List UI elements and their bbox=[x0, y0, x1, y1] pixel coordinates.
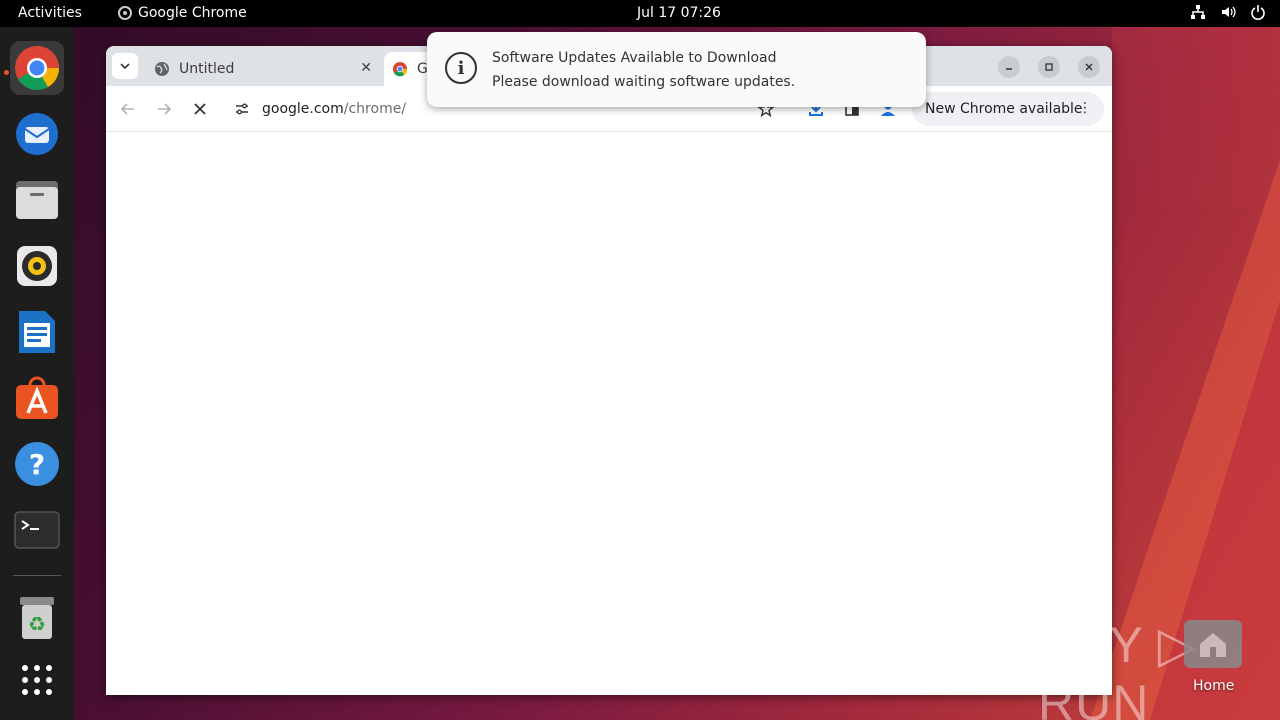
chrome-app-icon bbox=[118, 6, 132, 20]
back-button[interactable] bbox=[117, 98, 139, 120]
url-path: /chrome/ bbox=[343, 101, 407, 117]
dock-files[interactable] bbox=[10, 173, 64, 227]
notification-title: Software Updates Available to Download bbox=[492, 50, 777, 66]
chevron-down-icon bbox=[120, 63, 130, 70]
url-host: google.com bbox=[262, 101, 344, 117]
network-icon bbox=[1190, 4, 1206, 20]
dock: ? ♻ bbox=[0, 27, 74, 720]
close-icon[interactable]: ✕ bbox=[360, 60, 372, 76]
svg-text:?: ? bbox=[29, 448, 45, 481]
globe-icon bbox=[154, 61, 170, 77]
dock-help[interactable]: ? bbox=[10, 437, 64, 491]
volume-icon bbox=[1220, 4, 1236, 20]
maximize-button[interactable] bbox=[1038, 56, 1060, 78]
watermark-logo: ANY ▷ RUN bbox=[1038, 617, 1198, 720]
tab-untitled[interactable]: Untitled ✕ bbox=[146, 52, 382, 86]
stop-button[interactable] bbox=[189, 98, 211, 120]
chrome-icon bbox=[15, 46, 59, 90]
info-icon: i bbox=[445, 52, 477, 84]
svg-text:♻: ♻ bbox=[28, 612, 46, 636]
app-center-icon bbox=[16, 376, 58, 419]
maximize-icon bbox=[1045, 63, 1053, 71]
minimize-button[interactable] bbox=[998, 56, 1020, 78]
activities-button[interactable]: Activities bbox=[18, 5, 82, 21]
url-text: google.com/chrome/ bbox=[262, 101, 406, 117]
files-icon bbox=[16, 181, 58, 219]
running-indicator bbox=[4, 70, 9, 75]
close-icon bbox=[1085, 63, 1093, 71]
home-folder-label[interactable]: Home bbox=[1193, 678, 1234, 694]
show-apps-icon bbox=[22, 665, 52, 695]
app-menu[interactable]: Google Chrome bbox=[118, 5, 247, 21]
dock-trash[interactable]: ♻ bbox=[10, 591, 64, 645]
forward-button[interactable] bbox=[153, 98, 175, 120]
chrome-window: Untitled ✕ G google.com/chrome/ New Chro… bbox=[106, 46, 1112, 695]
help-icon: ? bbox=[15, 442, 59, 486]
close-window-button[interactable] bbox=[1078, 56, 1100, 78]
power-icon bbox=[1250, 4, 1266, 20]
arrow-right-icon bbox=[158, 103, 172, 115]
dock-app-center[interactable] bbox=[10, 371, 64, 425]
page-content bbox=[106, 133, 1112, 695]
clock[interactable]: Jul 17 07:26 bbox=[637, 5, 721, 21]
minimize-icon bbox=[1006, 68, 1012, 70]
tab-search-button[interactable] bbox=[112, 53, 138, 79]
close-icon bbox=[194, 103, 206, 115]
new-chrome-available-button[interactable]: New Chrome available ⋮ bbox=[912, 92, 1104, 126]
dock-writer[interactable] bbox=[10, 305, 64, 359]
thunderbird-icon bbox=[16, 113, 58, 155]
writer-icon bbox=[19, 311, 55, 353]
dock-chrome[interactable] bbox=[10, 41, 64, 95]
chrome-favicon-icon bbox=[392, 61, 408, 77]
system-tray[interactable] bbox=[1190, 4, 1266, 20]
arrow-left-icon bbox=[120, 103, 134, 115]
top-bar: Activities Google Chrome Jul 17 07:26 bbox=[0, 0, 1280, 27]
trash-icon: ♻ bbox=[20, 597, 54, 639]
home-folder-icon[interactable] bbox=[1184, 620, 1242, 668]
terminal-icon bbox=[14, 511, 60, 549]
site-settings-icon[interactable] bbox=[234, 101, 250, 117]
notification-body: Please download waiting software updates… bbox=[492, 74, 796, 90]
app-menu-label: Google Chrome bbox=[138, 5, 247, 21]
dock-separator bbox=[13, 575, 61, 576]
dock-show-apps[interactable] bbox=[10, 653, 64, 707]
tab-title: Untitled bbox=[179, 61, 235, 77]
more-vertical-icon: ⋮ bbox=[1078, 100, 1092, 116]
dock-terminal[interactable] bbox=[10, 503, 64, 557]
rhythmbox-icon bbox=[17, 246, 57, 286]
dock-thunderbird[interactable] bbox=[10, 107, 64, 161]
update-notification[interactable]: i Software Updates Available to Download… bbox=[427, 32, 926, 107]
dock-rhythmbox[interactable] bbox=[10, 239, 64, 293]
new-chrome-label: New Chrome available bbox=[925, 101, 1083, 117]
